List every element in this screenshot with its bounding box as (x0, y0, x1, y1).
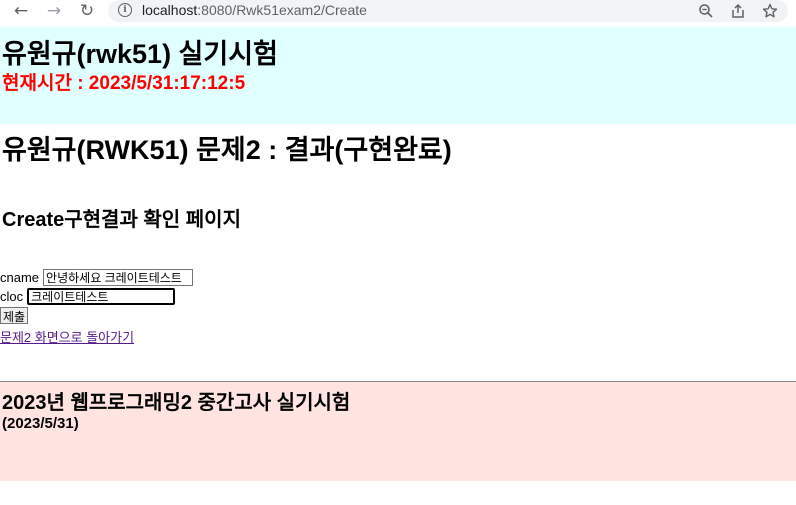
arrow-left-icon[interactable]: ← (10, 0, 32, 22)
cname-row: cname (0, 269, 194, 286)
zoom-icon[interactable] (696, 1, 716, 21)
cloc-label: cloc (0, 289, 24, 304)
cloc-input[interactable] (27, 288, 176, 305)
cname-label: cname (0, 270, 40, 285)
problem-title: 유원규(RWK51) 문제2 : 결과(구현완료) (2, 135, 452, 165)
share-icon[interactable] (728, 1, 748, 21)
arrow-right-icon[interactable]: → (43, 0, 65, 22)
cname-input[interactable] (43, 269, 194, 286)
url-text[interactable]: localhost:8080/Rwk51exam2/Create (142, 2, 367, 18)
cloc-row: cloc (0, 288, 176, 305)
url-path: :8080/Rwk51exam2/Create (197, 2, 367, 18)
section-subtitle: Create구현결과 확인 페이지 (2, 209, 241, 231)
current-time: 현재시간 : 2023/5/31:17:12:5 (2, 73, 246, 94)
reload-icon[interactable]: ↻ (76, 0, 98, 22)
star-icon[interactable] (760, 1, 780, 21)
url-host: localhost (142, 2, 198, 18)
footer-date: (2023/5/31) (2, 415, 79, 432)
back-link[interactable]: 문제2 화면으로 돌아가기 (0, 327, 134, 346)
browser-toolbar: ← → ↻ i localhost:8080/Rwk51exam2/Create (0, 0, 796, 27)
page-title: 유원규(rwk51) 실기시험 (2, 39, 278, 69)
page-header: 유원규(rwk51) 실기시험 현재시간 : 2023/5/31:17:12:5 (0, 27, 796, 124)
submit-button[interactable]: 제출 (0, 307, 29, 324)
address-bar[interactable]: i localhost:8080/Rwk51exam2/Create (108, 0, 788, 22)
page-footer: 2023년 웹프로그래밍2 중간고사 실기시험 (2023/5/31) (0, 381, 796, 481)
footer-title: 2023년 웹프로그래밍2 중간고사 실기시험 (2, 392, 351, 414)
info-icon[interactable]: i (118, 3, 132, 17)
